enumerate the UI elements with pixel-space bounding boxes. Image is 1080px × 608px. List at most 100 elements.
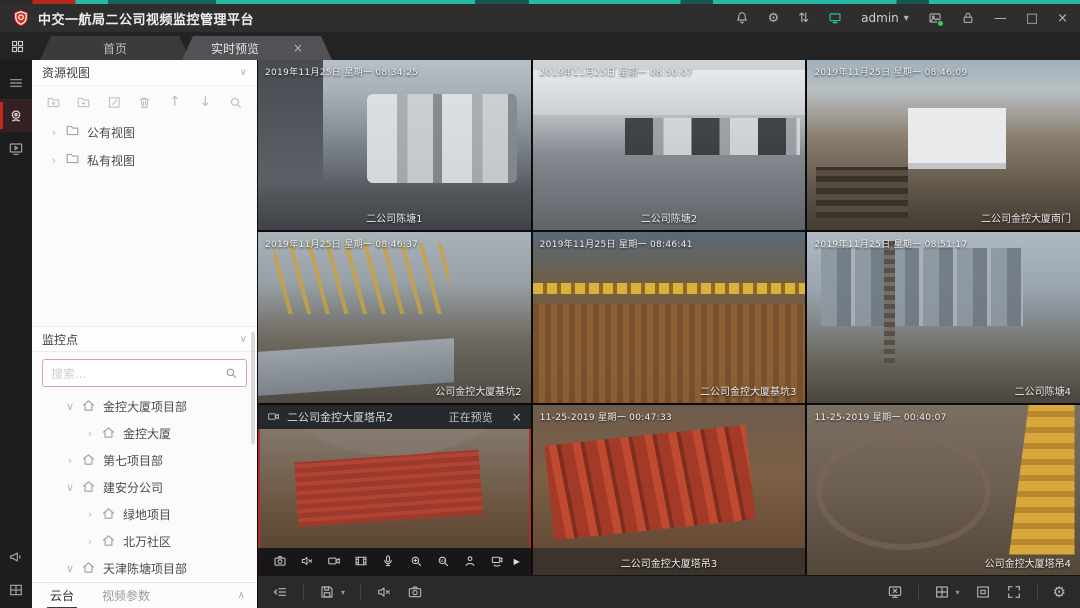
add-view-folder-button[interactable] [68,95,98,110]
timestamp-overlay: 11-25-2019 星期一 00:47:33 [540,410,672,423]
talk-mic-button[interactable] [375,554,402,568]
move-up-button[interactable]: ↑ [160,94,190,110]
settings-gear-icon[interactable]: ⚙ [1053,583,1066,601]
trash-button[interactable] [129,95,159,110]
rail-playback-button[interactable] [0,132,32,165]
preset-button[interactable] [456,554,483,568]
rail-live-video-button[interactable] [0,99,32,132]
timestamp-overlay: 2019年11月25日 星期一 08:51:17 [814,237,967,250]
monitor-status-icon[interactable] [828,11,842,25]
chevron-up-icon[interactable]: ∧ [238,590,245,601]
tree-item-private-views[interactable]: › 私有视图 [32,146,257,174]
chevron-right-icon[interactable]: › [46,126,62,139]
video-cell-3[interactable]: 2019年11月25日 星期一 08:46:09 二公司金控大厦南门 [807,60,1080,230]
caret-down-icon[interactable]: ▾ [956,588,960,597]
ptz-control-button[interactable] [484,554,511,568]
playback-button[interactable] [348,554,375,568]
digital-zoom-button[interactable] [402,554,429,568]
timestamp-overlay: 2019年11月25日 星期一 08:34:25 [265,65,418,78]
search-views-button[interactable] [221,95,251,110]
video-cell-4[interactable]: 2019年11月25日 星期一 08:46:37 公司金控大厦基坑2 [258,232,531,402]
resource-view-header[interactable]: 资源视图 ∨ [32,60,257,86]
titlebar-icons: ⚙ ⇅ admin ▾ — □ × [735,11,1068,26]
tree-item-site[interactable]: ∨ 金控大厦项目部 [32,393,257,420]
search-icon[interactable] [224,366,238,380]
tab-live-preview[interactable]: 实时预览 × [182,36,332,60]
video-cell-7-selected[interactable]: 二公司金控大厦塔吊2 正在预览 × ▶ [258,405,531,575]
edit-view-button[interactable] [99,95,129,110]
close-stream-icon[interactable]: × [512,410,522,424]
chevron-down-icon: ▾ [904,13,909,24]
fullscreen-button[interactable] [1006,584,1022,600]
grid-layout-button[interactable] [934,584,950,600]
chevron-right-icon[interactable]: › [82,508,98,521]
video-cell-1[interactable]: 2019年11月25日 星期一 08:34:25 二公司陈塘1 [258,60,531,230]
search-box[interactable]: 搜索... [42,359,247,387]
collapse-panel-button[interactable] [272,584,288,600]
tree-item-site[interactable]: › 金控大厦 [32,420,257,447]
tab-home[interactable]: 首页 [40,36,190,60]
chevron-right-icon[interactable]: › [82,427,98,440]
record-button[interactable] [320,554,347,568]
tree-item-site[interactable]: ∨ 建安分公司 [32,474,257,501]
notification-bell-icon[interactable] [735,11,749,25]
more-controls-icon[interactable]: ▶ [511,557,523,566]
single-screen-button[interactable] [975,584,991,600]
video-cell-5[interactable]: 2019年11月25日 星期一 08:46:41 二公司金控大厦基坑3 [533,232,806,402]
video-cell-8[interactable]: 11-25-2019 星期一 00:47:33 二公司金控大厦塔吊3 [533,405,806,575]
video-cell-2[interactable]: 2019年11月25日 星期一 08:50:07 二公司陈塘2 [533,60,806,230]
settings-gear-icon[interactable]: ⚙ [768,11,780,26]
tree-item-site[interactable]: › 第七项目部 [32,447,257,474]
chevron-down-icon[interactable]: ∨ [62,562,78,575]
close-button[interactable]: × [1057,11,1068,26]
toolbar-left: ▾ [272,584,423,600]
lock-icon[interactable] [961,11,975,25]
left-panel: 资源视图 ∨ ↑ ↓ › 公有视图 › [32,60,258,608]
maximize-button[interactable]: □ [1026,11,1038,26]
chevron-down-icon: ∨ [240,334,247,345]
tab-video-params[interactable]: 视频参数 [102,587,150,604]
snapshot-all-button[interactable] [407,584,423,600]
zoom-3d-button[interactable] [429,554,456,568]
close-all-streams-button[interactable] [887,584,903,600]
chevron-down-icon[interactable]: ∨ [62,481,78,494]
caret-down-icon[interactable]: ▾ [341,588,345,597]
chevron-right-icon[interactable]: › [46,154,62,167]
delete-view-folder-button[interactable] [38,95,68,110]
tree-item-site[interactable]: › 北万社区 [32,528,257,555]
video-cell-6[interactable]: 2019年11月25日 星期一 08:51:17 二公司陈塘4 [807,232,1080,402]
snapshot-status-icon[interactable] [928,11,942,25]
tree-scrollbar[interactable] [251,332,255,444]
swap-arrows-icon[interactable]: ⇅ [798,11,809,26]
snapshot-button[interactable] [266,554,293,568]
monitor-points-header[interactable]: 监控点 ∨ [32,326,257,352]
tab-ptz[interactable]: 云台 [50,587,74,604]
apps-grid-icon[interactable] [0,32,34,60]
home-icon [81,479,96,497]
tree-item-label: 公有视图 [87,124,135,141]
mute-audio-button[interactable] [293,554,320,568]
mute-all-button[interactable] [376,584,392,600]
chevron-right-icon[interactable]: › [62,454,78,467]
tab-close-icon[interactable]: × [293,41,303,55]
rail-wall-button[interactable] [0,575,32,608]
save-view-button[interactable] [319,584,335,600]
user-menu[interactable]: admin ▾ [861,11,909,25]
chevron-down-icon[interactable]: ∨ [62,400,78,413]
minimize-button[interactable]: — [994,11,1007,26]
monitor-points-title: 监控点 [42,331,78,348]
tab-home-label: 首页 [103,40,127,57]
camera-caption: 公司金控大厦基坑2 [435,383,521,398]
rail-menu-button[interactable] [0,66,32,99]
tree-item-site[interactable]: › 绿地项目 [32,501,257,528]
camera-icon [267,410,280,423]
camera-caption: 公司金控大厦塔吊4 [985,555,1071,570]
chevron-right-icon[interactable]: › [82,535,98,548]
titlebar: 中交一航局二公司视频监控管理平台 ⚙ ⇅ admin ▾ — □ × [0,4,1080,32]
rail-broadcast-button[interactable] [0,542,32,575]
video-cell-9[interactable]: 11-25-2019 星期一 00:40:07 公司金控大厦塔吊4 [807,405,1080,575]
home-icon [101,425,116,443]
tree-item-public-views[interactable]: › 公有视图 [32,118,257,146]
tree-item-site[interactable]: ∨ 天津陈塘项目部 [32,555,257,582]
move-down-button[interactable]: ↓ [190,94,220,110]
